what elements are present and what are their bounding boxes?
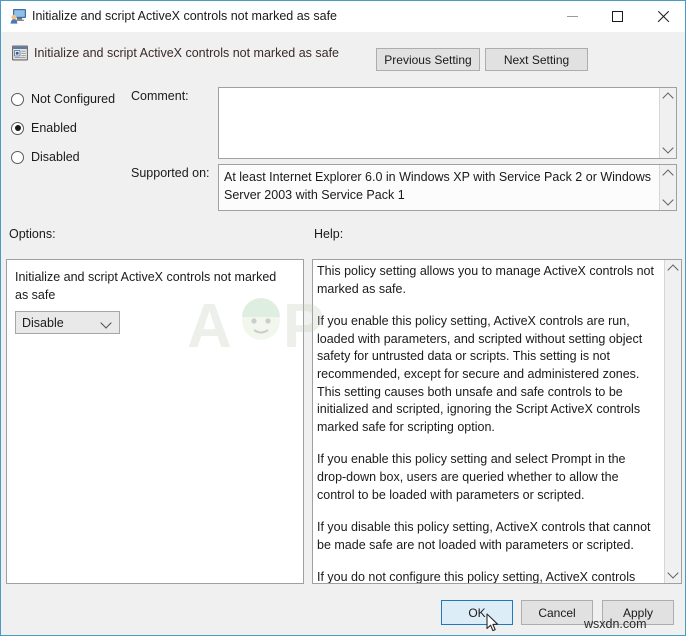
supported-on-scrollbar[interactable] (659, 165, 676, 210)
close-button[interactable] (640, 1, 685, 32)
scroll-up-button[interactable] (660, 88, 676, 105)
cancel-button[interactable]: Cancel (521, 600, 593, 625)
option-setting-label: Initialize and script ActiveX controls n… (15, 270, 277, 302)
help-section-label: Help: (314, 227, 344, 241)
title-bar: Initialize and script ActiveX controls n… (1, 1, 685, 32)
options-panel: Initialize and script ActiveX controls n… (6, 259, 304, 584)
window-title: Initialize and script ActiveX controls n… (32, 9, 338, 23)
options-section-label: Options: (9, 227, 56, 241)
setting-header-title: Initialize and script ActiveX controls n… (34, 46, 340, 60)
scroll-up-button[interactable] (665, 260, 681, 277)
radio-label: Enabled (31, 121, 77, 135)
radio-enabled[interactable]: Enabled (11, 119, 77, 137)
radio-icon (11, 150, 24, 164)
help-paragraph: This policy setting allows you to manage… (317, 264, 654, 296)
chevron-down-icon (662, 142, 674, 154)
supported-on-text: At least Internet Explorer 6.0 in Window… (224, 170, 652, 202)
scroll-down-button[interactable] (660, 141, 676, 158)
minimize-button[interactable] (550, 1, 595, 32)
radio-icon (11, 92, 24, 106)
chevron-down-icon (667, 567, 679, 579)
supported-on-box: At least Internet Explorer 6.0 in Window… (218, 164, 677, 211)
chevron-up-icon (662, 169, 674, 181)
scroll-up-button[interactable] (660, 165, 676, 182)
group-policy-setting-icon (12, 45, 28, 61)
comment-scrollbar[interactable] (659, 88, 676, 158)
option-dropdown-value: Disable (22, 315, 64, 330)
comment-label: Comment: (131, 89, 189, 103)
scroll-down-button[interactable] (660, 193, 676, 210)
supported-on-label: Supported on: (131, 166, 210, 180)
minimize-icon (567, 16, 578, 17)
chevron-up-icon (667, 264, 679, 276)
comment-input[interactable] (219, 88, 659, 158)
maximize-button[interactable] (595, 1, 640, 32)
help-paragraph: If you enable this policy setting and se… (317, 452, 626, 502)
site-watermark: wsxdn.com (584, 617, 647, 631)
scroll-down-button[interactable] (665, 566, 681, 583)
comment-box (218, 87, 677, 159)
chevron-down-icon (100, 317, 112, 329)
radio-label: Disabled (31, 150, 80, 164)
maximize-icon (612, 11, 623, 22)
help-scrollbar[interactable] (664, 260, 681, 583)
ok-button[interactable]: OK (441, 600, 513, 625)
chevron-up-icon (662, 92, 674, 104)
previous-setting-button[interactable]: Previous Setting (376, 48, 480, 71)
option-dropdown[interactable]: Disable (15, 311, 120, 334)
radio-not-configured[interactable]: Not Configured (11, 90, 115, 108)
help-text: This policy setting allows you to manage… (317, 263, 657, 584)
help-paragraph: If you enable this policy setting, Activ… (317, 314, 643, 434)
next-setting-button[interactable]: Next Setting (485, 48, 588, 71)
help-paragraph: If you do not configure this policy sett… (317, 570, 636, 584)
policy-computer-icon (10, 9, 26, 24)
radio-label: Not Configured (31, 92, 116, 106)
radio-disabled[interactable]: Disabled (11, 148, 80, 166)
radio-icon-selected (11, 121, 24, 135)
group-policy-setting-dialog: Initialize and script ActiveX controls n… (0, 0, 686, 636)
chevron-down-icon (662, 194, 674, 206)
help-paragraph: If you disable this policy setting, Acti… (317, 520, 651, 552)
help-panel: This policy setting allows you to manage… (312, 259, 682, 584)
close-icon (656, 10, 669, 23)
